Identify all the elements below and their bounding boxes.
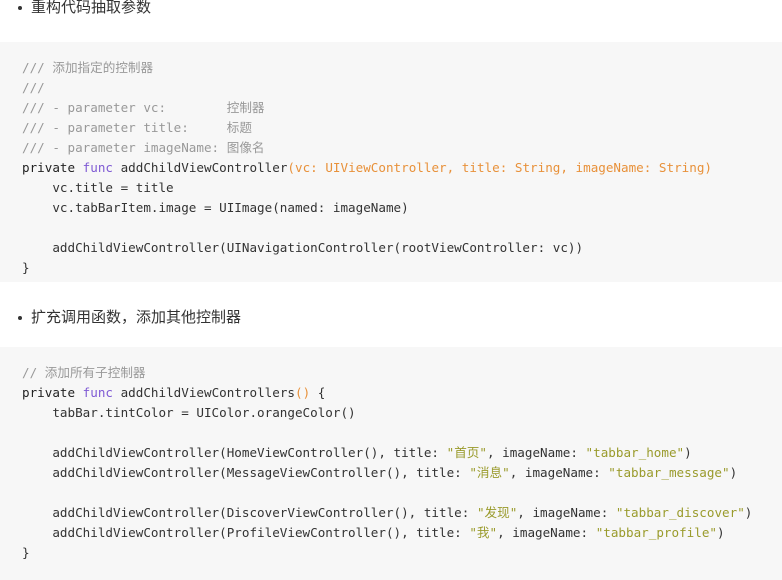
code-token-string: "tabbar_profile" — [595, 525, 718, 540]
code-token-comment: /// - parameter imageName: — [22, 140, 227, 155]
code-token-string: "tabbar_home" — [585, 445, 685, 460]
code-token-comment: /// — [22, 80, 45, 95]
code-token-plain: addChildViewController(ProfileViewContro… — [22, 525, 470, 540]
code-token-string: "我" — [469, 525, 498, 540]
code-block-1-inner: /// 添加指定的控制器 /// /// - parameter vc: 控制器… — [0, 42, 782, 282]
code-token-comment: /// — [22, 60, 53, 75]
section-1-heading-wrap: 重构代码抽取参数 — [0, 0, 151, 19]
code-token-string: "首页" — [446, 445, 487, 460]
code-token-plain: addChildViewController(HomeViewControlle… — [22, 445, 447, 460]
code-token-comment: /// - parameter title: — [22, 120, 227, 135]
code-token-strong: private — [22, 385, 83, 400]
code-token-plain: addChildViewController(MessageViewContro… — [22, 465, 470, 480]
list-item: 重构代码抽取参数 — [0, 0, 151, 19]
list-item: 扩充调用函数，添加其他控制器 — [0, 307, 241, 329]
code-token-string: "tabbar_discover" — [615, 505, 745, 520]
code-token-plain: } — [22, 260, 30, 275]
bullet-list-1: 重构代码抽取参数 — [0, 0, 151, 19]
bullet-dot-icon — [18, 6, 22, 10]
code-token-plain: } — [22, 545, 30, 560]
code-token-plain: ) — [717, 525, 725, 540]
article-page: 重构代码抽取参数 /// 添加指定的控制器 /// /// - paramete… — [0, 0, 782, 580]
code-token-plain: { — [310, 385, 326, 400]
section-1-heading-text: 重构代码抽取参数 — [31, 0, 152, 16]
code-content-2[interactable]: // 添加所有子控制器 private func addChildViewCon… — [22, 363, 782, 563]
code-token-param: () — [294, 385, 311, 400]
code-token-comment: 图像名 — [226, 140, 265, 155]
code-token-keyword: func — [82, 385, 121, 400]
code-token-comment: 控制器 — [226, 100, 265, 115]
code-token-comment: /// - parameter vc: — [22, 100, 227, 115]
code-token-param: (vc: UIViewController, title: String, im… — [287, 160, 713, 175]
code-token-plain: vc.tabBarItem.image = UIImage(named: ima… — [22, 200, 409, 215]
code-token-plain: vc.title = title — [22, 180, 174, 195]
code-token-plain: ) — [744, 505, 753, 520]
code-token-plain: , imageName: — [517, 505, 616, 520]
code-block-1: /// 添加指定的控制器 /// /// - parameter vc: 控制器… — [0, 42, 782, 282]
code-token-strong: private — [22, 160, 83, 175]
code-token-comment: 添加指定的控制器 — [52, 60, 154, 75]
bullet-list-2: 扩充调用函数，添加其他控制器 — [0, 307, 241, 329]
code-token-plain: addChildViewController(DiscoverViewContr… — [22, 505, 477, 520]
code-token-plain: , imageName: — [509, 465, 609, 480]
section-2-heading-text: 扩充调用函数，添加其他控制器 — [31, 309, 242, 326]
code-token-keyword: func — [82, 160, 121, 175]
code-token-string: "tabbar_message" — [608, 465, 730, 480]
code-block-2: // 添加所有子控制器 private func addChildViewCon… — [0, 347, 782, 580]
code-token-string: "消息" — [469, 465, 510, 480]
code-token-plain: , imageName: — [486, 445, 586, 460]
code-block-2-inner: // 添加所有子控制器 private func addChildViewCon… — [0, 347, 782, 579]
code-token-plain: addChildViewControllers — [120, 385, 295, 400]
code-content-1[interactable]: /// 添加指定的控制器 /// /// - parameter vc: 控制器… — [22, 58, 782, 278]
code-token-plain: ) — [684, 445, 692, 460]
code-token-plain: , imageName: — [497, 525, 596, 540]
code-token-comment: 标题 — [226, 120, 252, 135]
bullet-dot-icon — [18, 316, 22, 320]
code-token-comment: // — [22, 365, 45, 380]
code-token-plain: tabBar.tintColor = UIColor.orangeColor() — [22, 405, 356, 420]
code-token-plain: addChildViewController(UINavigationContr… — [22, 240, 584, 255]
code-token-plain: ) — [729, 465, 738, 480]
section-2-heading-wrap: 扩充调用函数，添加其他控制器 — [0, 307, 241, 329]
code-token-plain: addChildViewController — [120, 160, 288, 175]
code-token-string: "发现" — [476, 505, 518, 520]
code-token-comment: 添加所有子控制器 — [44, 365, 146, 380]
